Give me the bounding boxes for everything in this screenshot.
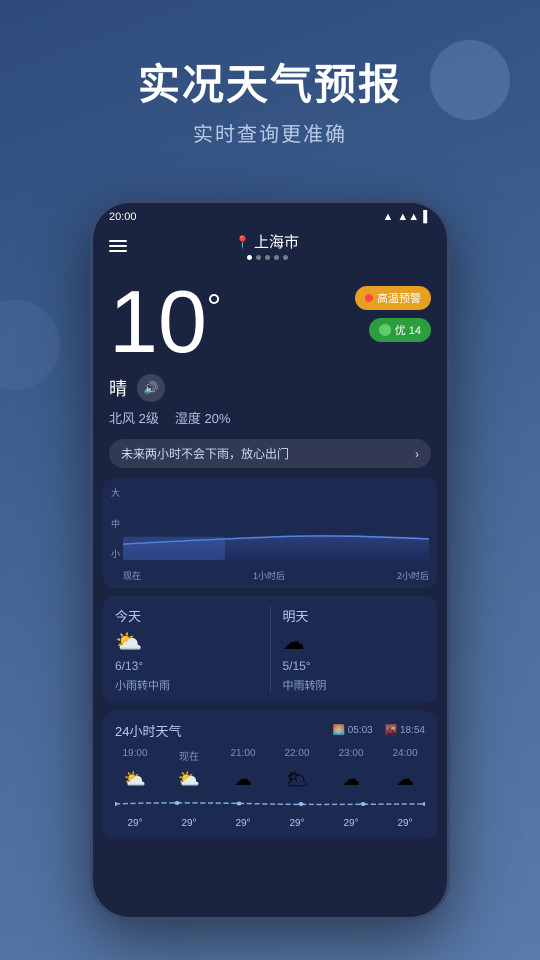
high-temp-alert: 高温预警 (355, 286, 431, 310)
hourly-temp-1: 29° (169, 818, 209, 829)
aqi-icon (379, 324, 391, 336)
status-icons: ▲ ▲▲ ▌ (383, 211, 431, 223)
hourly-time-1: 现在 (169, 748, 209, 763)
dot-5 (283, 255, 288, 260)
hourly-header: 24小时天气 🌅 05:03 🌇 18:54 (115, 721, 425, 740)
y-label-low: 小 (111, 547, 120, 560)
humidity-info: 湿度 20% (175, 408, 231, 427)
weather-condition-row: 晴 🔊 (93, 374, 447, 402)
hourly-icon-2: ☁ (223, 769, 263, 790)
tomorrow-label: 明天 (283, 606, 426, 625)
dot-4 (274, 255, 279, 260)
x-label-1h: 1小时后 (253, 569, 285, 582)
chevron-right-icon: › (415, 447, 419, 461)
menu-button[interactable] (109, 240, 127, 252)
hourly-temp-2: 29° (223, 818, 263, 829)
battery-icon: ▌ (423, 211, 431, 223)
daily-divider (270, 606, 271, 693)
city-dots (247, 255, 288, 260)
today-temp: 6/13° (115, 659, 258, 673)
sun-times: 🌅 05:03 🌇 18:54 (332, 725, 425, 736)
today-label: 今天 (115, 606, 258, 625)
weather-main: 10 ° 高温预警 优 14 (93, 268, 447, 374)
hourly-times-row: 19:00 现在 21:00 22:00 23:00 24:00 (115, 748, 425, 763)
bg-circle-top (430, 40, 510, 120)
hourly-icons-row: ⛅ ⛅ ☁ 🌥 ☁ ☁ (115, 769, 425, 790)
hourly-temp-0: 29° (115, 818, 155, 829)
hourly-time-2: 21:00 (223, 748, 263, 763)
wifi-icon: ▲ (383, 211, 394, 223)
aqi-badge: 优 14 (369, 318, 431, 342)
weather-details: 北风 2级 湿度 20% (93, 402, 447, 433)
hourly-icon-4: ☁ (331, 769, 371, 790)
signal-icon: ▲▲ (397, 211, 419, 223)
hourly-section: 24小时天气 🌅 05:03 🌇 18:54 19:00 现在 21:00 22… (103, 711, 437, 839)
chart-y-labels: 大 中 小 (111, 486, 120, 560)
daily-tomorrow: 明天 ☁ 5/15° 中雨转阴 (283, 606, 426, 693)
dot-3 (265, 255, 270, 260)
chart-area (123, 486, 429, 560)
forecast-hint[interactable]: 未来两小时不会下雨，放心出门 › (109, 439, 431, 468)
tomorrow-condition: 中雨转阴 (283, 677, 426, 693)
hourly-icon-5: ☁ (385, 769, 425, 790)
today-icon: ⛅ (115, 629, 258, 655)
chart-x-labels: 现在 1小时后 2小时后 (123, 569, 429, 582)
dot-2 (256, 255, 261, 260)
temp-curve (115, 794, 425, 814)
condition-text: 晴 (109, 375, 127, 401)
hourly-temp-5: 29° (385, 818, 425, 829)
hourly-time-4: 23:00 (331, 748, 371, 763)
hourly-title: 24小时天气 (115, 721, 181, 740)
tomorrow-icon: ☁ (283, 629, 426, 655)
degree-symbol: ° (207, 286, 221, 328)
status-time: 20:00 (109, 211, 137, 223)
y-label-high: 大 (111, 486, 120, 499)
x-label-2h: 2小时后 (397, 569, 429, 582)
y-label-mid: 中 (111, 517, 120, 530)
hourly-icon-1: ⛅ (169, 769, 209, 790)
hourly-time-3: 22:00 (277, 748, 317, 763)
sunset-icon: 🌇 18:54 (385, 725, 425, 736)
hourly-temp-3: 29° (277, 818, 317, 829)
wind-info: 北风 2级 (109, 408, 159, 427)
alert-dot-icon (365, 294, 373, 302)
temperature-display: 10 ° (109, 278, 221, 366)
city-name: 📍 上海市 (235, 231, 299, 252)
temperature-value: 10 (109, 278, 207, 366)
today-condition: 小雨转中雨 (115, 677, 258, 693)
hourly-icon-3: 🌥 (277, 769, 317, 790)
hourly-temps-row: 29° 29° 29° 29° 29° 29° (115, 818, 425, 829)
phone-mockup: 20:00 ▲ ▲▲ ▌ 📍 上海市 (90, 200, 450, 920)
daily-today: 今天 ⛅ 6/13° 小雨转中雨 (115, 606, 258, 693)
sound-button[interactable]: 🔊 (137, 374, 165, 402)
x-label-now: 现在 (123, 569, 141, 582)
hourly-time-5: 24:00 (385, 748, 425, 763)
hourly-temp-4: 29° (331, 818, 371, 829)
nav-bar: 📍 上海市 (93, 227, 447, 268)
sunrise-icon: 🌅 05:03 (332, 725, 372, 736)
nav-location: 📍 上海市 (235, 231, 299, 260)
hourly-time-0: 19:00 (115, 748, 155, 763)
weather-badges: 高温预警 优 14 (355, 278, 431, 342)
app-subtitle: 实时查询更准确 (0, 118, 540, 147)
bg-circle-left (0, 300, 60, 390)
location-pin-icon: 📍 (235, 235, 250, 249)
precipitation-chart: 大 中 小 现在 1小时后 (103, 478, 437, 588)
dot-1 (247, 255, 252, 260)
tomorrow-temp: 5/15° (283, 659, 426, 673)
status-bar: 20:00 ▲ ▲▲ ▌ (93, 203, 447, 227)
hourly-icon-0: ⛅ (115, 769, 155, 790)
daily-forecast: 今天 ⛅ 6/13° 小雨转中雨 明天 ☁ 5/15° 中雨转阴 (103, 596, 437, 703)
